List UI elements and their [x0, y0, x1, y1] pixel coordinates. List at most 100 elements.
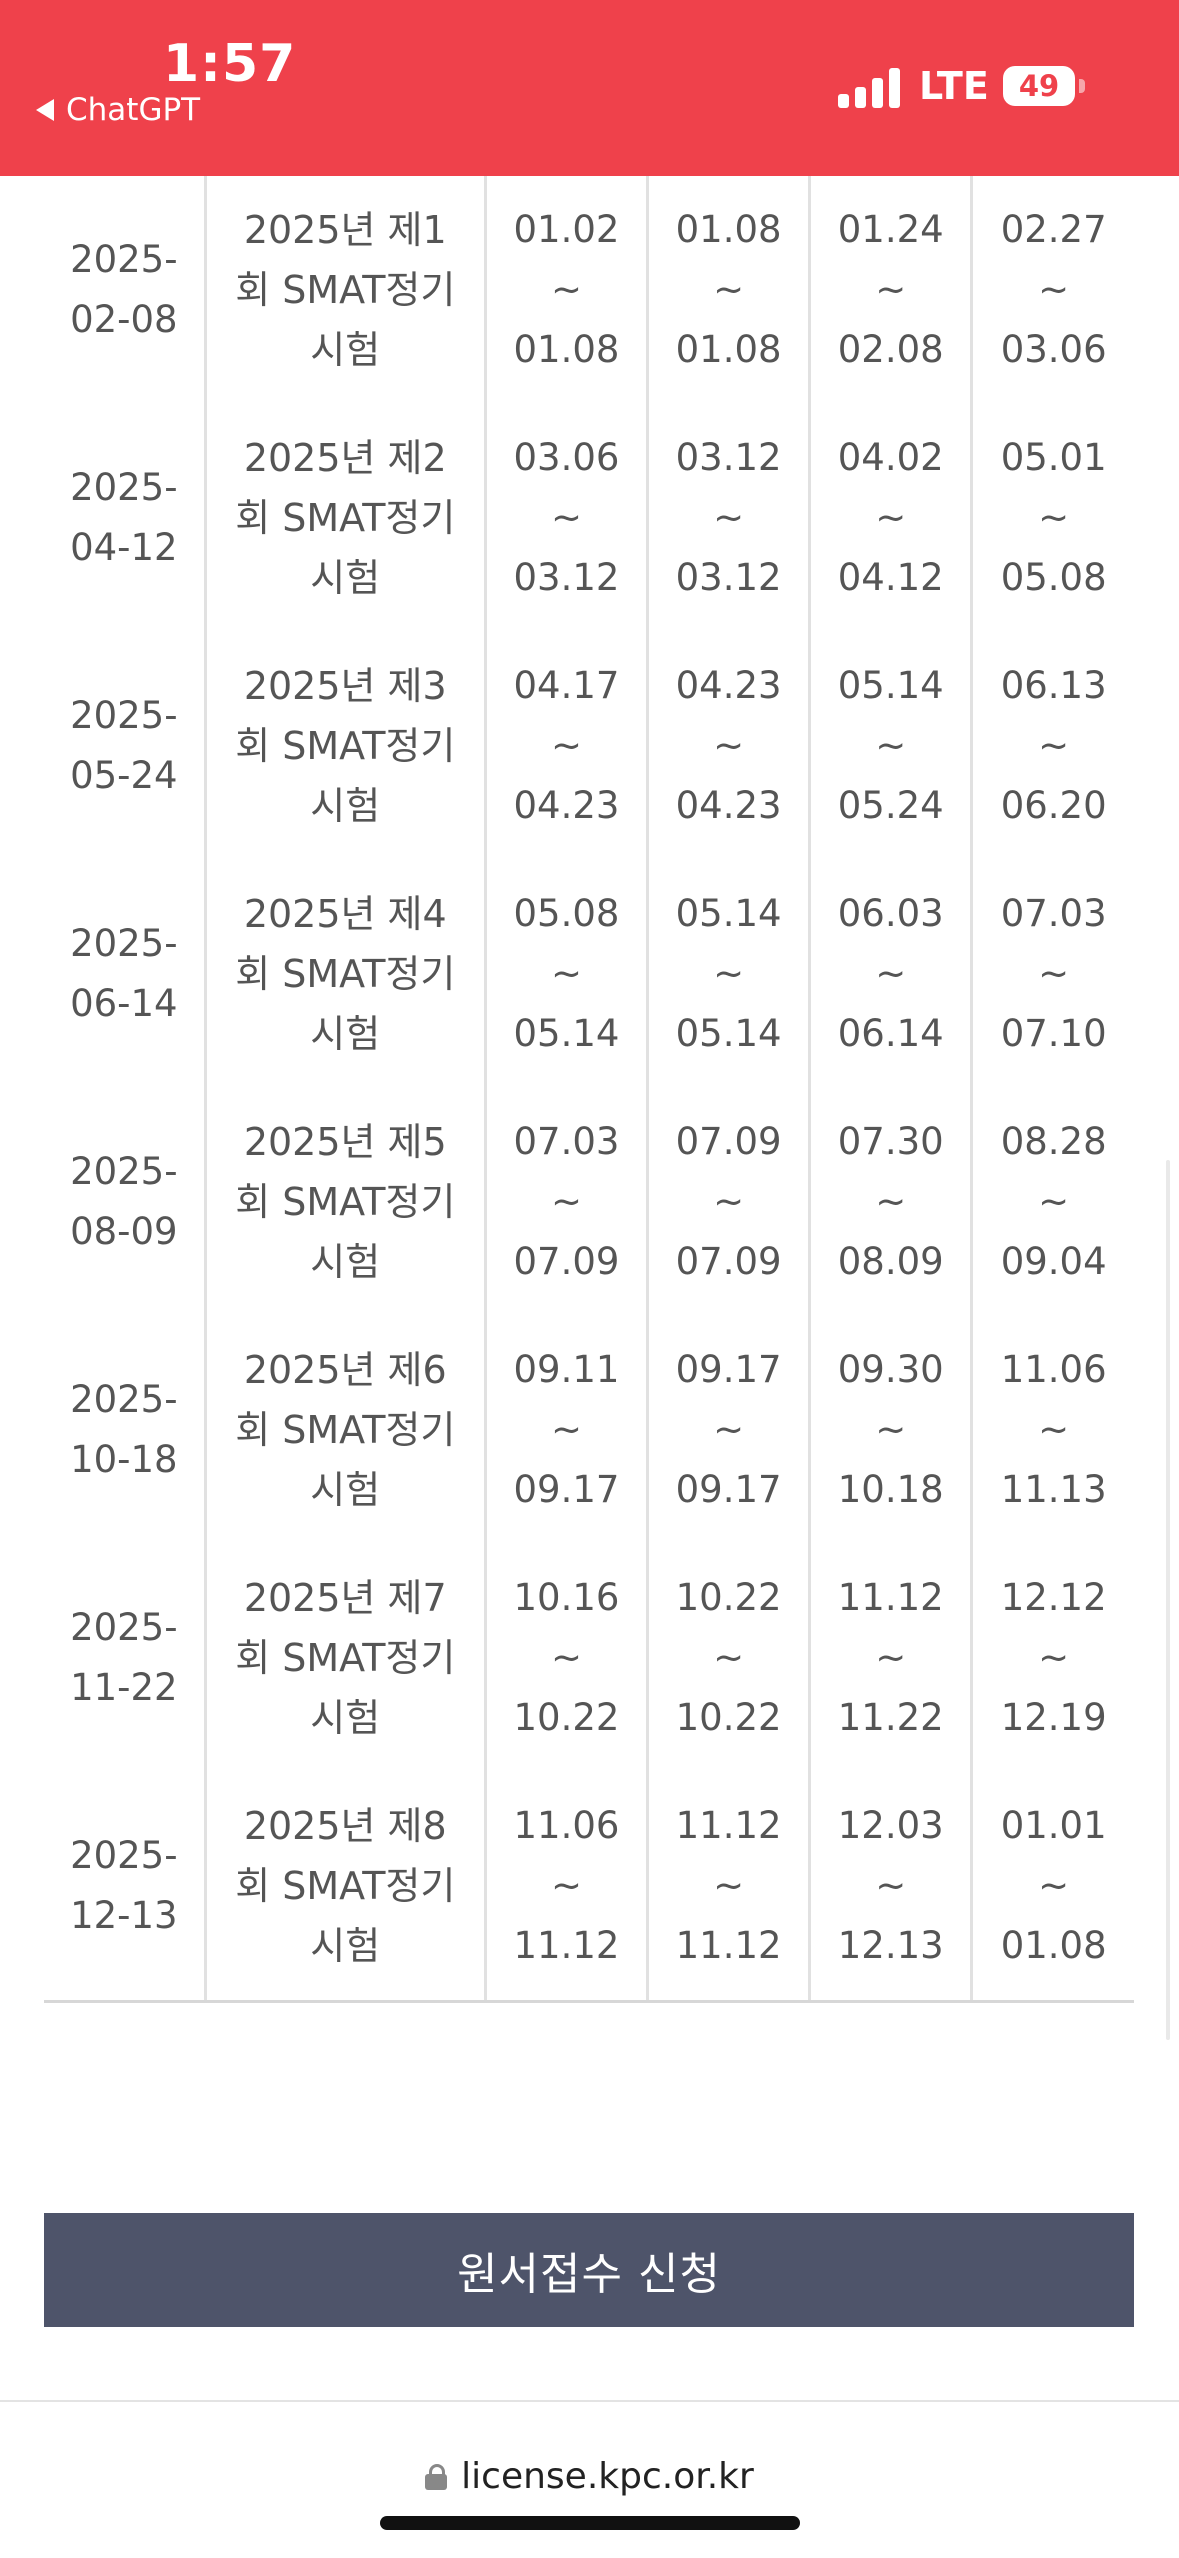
- period-3-cell: 05.14 ~05.24: [808, 632, 972, 860]
- cell-text: ~: [1038, 724, 1070, 767]
- exam-date-cell: 2025- 06-14: [44, 860, 205, 1088]
- exam-date-cell: 2025- 04-12: [44, 404, 205, 632]
- table-row: 2025- 08-09 2025년 제5 회 SMAT정기 시험 07.03 ~07.09 0…: [44, 1088, 1134, 1316]
- cell-text: 09.04: [1000, 1240, 1107, 1283]
- exam-date-cell: 2025- 10-18: [44, 1316, 205, 1544]
- cell-text: ~: [713, 1636, 745, 1679]
- cell-text: 04.23: [675, 784, 782, 827]
- cell-text: 11.12: [675, 1804, 782, 1847]
- period-4-cell: 11.06 ~11.13: [970, 1316, 1134, 1544]
- cell-text: ~: [713, 1864, 745, 1907]
- cell-text: ~: [713, 1408, 745, 1451]
- cell-text: ~: [713, 1180, 745, 1223]
- cell-text: 11.12: [837, 1576, 944, 1619]
- battery-tip: [1079, 79, 1085, 93]
- cell-text: ~: [713, 496, 745, 539]
- cell-text: 07.10: [1000, 1012, 1107, 1055]
- cell-text: 12.12: [1000, 1576, 1107, 1619]
- cell-text: 07.09: [675, 1240, 782, 1283]
- lock-icon: [425, 2463, 448, 2490]
- signal-icon: [838, 66, 902, 108]
- apply-button[interactable]: 원서접수 신청: [44, 2213, 1134, 2327]
- cell-text: ~: [875, 268, 907, 311]
- cell-text: 01.08: [675, 208, 782, 251]
- cell-text: 03.06: [513, 436, 620, 479]
- battery-icon: 49: [1003, 66, 1075, 106]
- cell-text: ~: [1038, 1636, 1070, 1679]
- cell-text: 01.24: [837, 208, 944, 251]
- cell-text: ~: [550, 952, 582, 995]
- cell-text: 시험: [310, 1240, 381, 1284]
- cell-text: ~: [875, 952, 907, 995]
- cell-text: 회 SMAT정기: [235, 724, 456, 768]
- cell-text: 08.09: [837, 1240, 944, 1283]
- exam-name-cell: 2025년 제2 회 SMAT정기 시험: [203, 404, 486, 632]
- cell-text: 03.12: [675, 556, 782, 599]
- cell-text: 2025-: [70, 1606, 178, 1649]
- cell-text: 09.11: [513, 1348, 620, 1391]
- period-2-cell: 10.22 ~10.22: [646, 1544, 810, 1772]
- table-row: 2025- 11-22 2025년 제7 회 SMAT정기 시험 10.16 ~10.22 1…: [44, 1544, 1134, 1772]
- exam-name-cell: 2025년 제6 회 SMAT정기 시험: [203, 1316, 486, 1544]
- url-display[interactable]: license.kpc.or.kr: [0, 2456, 1179, 2497]
- cell-text: ~: [1038, 1864, 1070, 1907]
- cell-text: 07.03: [1000, 892, 1107, 935]
- cell-text: 05.14: [513, 1012, 620, 1055]
- period-1-cell: 07.03 ~07.09: [483, 1088, 648, 1316]
- cell-text: ~: [875, 724, 907, 767]
- cell-text: 05.08: [513, 892, 620, 935]
- cell-text: 02-08: [70, 298, 178, 341]
- cell-text: 11.06: [513, 1804, 620, 1847]
- cell-text: 05.01: [1000, 436, 1107, 479]
- cell-text: ~: [875, 496, 907, 539]
- cell-text: 06-14: [70, 982, 178, 1025]
- table-row: 2025- 05-24 2025년 제3 회 SMAT정기 시험 04.17 ~04.23 0…: [44, 632, 1134, 860]
- cell-text: 06.03: [837, 892, 944, 935]
- cell-text: 시험: [310, 1696, 381, 1740]
- cell-text: 11-22: [70, 1666, 178, 1709]
- cell-text: 12.19: [1000, 1696, 1107, 1739]
- cell-text: 07.30: [837, 1120, 944, 1163]
- cell-text: 12.13: [837, 1924, 944, 1967]
- status-time: 1:57: [163, 34, 297, 94]
- cell-text: 10.16: [513, 1576, 620, 1619]
- period-4-cell: 12.12 ~12.19: [970, 1544, 1134, 1772]
- page-scrollbar[interactable]: [1166, 1160, 1170, 2040]
- cell-text: 회 SMAT정기: [235, 1180, 456, 1224]
- cell-text: ~: [875, 1408, 907, 1451]
- cell-text: 09.30: [837, 1348, 944, 1391]
- cell-text: 회 SMAT정기: [235, 1636, 456, 1680]
- period-3-cell: 09.30 ~10.18: [808, 1316, 972, 1544]
- cell-text: ~: [1038, 496, 1070, 539]
- table-row: 2025- 02-08 2025년 제1 회 SMAT정기 시험 01.02 ~01.08 0…: [44, 176, 1134, 404]
- cell-text: 06.13: [1000, 664, 1107, 707]
- cell-text: 2025-: [70, 1150, 178, 1193]
- cell-text: ~: [713, 952, 745, 995]
- cell-text: 10.22: [675, 1576, 782, 1619]
- cell-text: 04-12: [70, 526, 178, 569]
- period-1-cell: 03.06 ~03.12: [483, 404, 648, 632]
- cell-text: 10.18: [837, 1468, 944, 1511]
- cell-text: 시험: [310, 1468, 381, 1512]
- cell-text: 07.09: [675, 1120, 782, 1163]
- cell-text: 2025년 제3: [243, 664, 447, 708]
- cell-text: ~: [1038, 952, 1070, 995]
- period-3-cell: 06.03 ~06.14: [808, 860, 972, 1088]
- cell-text: 시험: [310, 1012, 381, 1056]
- cell-text: ~: [550, 1636, 582, 1679]
- cell-text: 01.08: [513, 328, 620, 371]
- browser-url-bar[interactable]: license.kpc.or.kr: [0, 2400, 1179, 2558]
- cell-text: ~: [550, 1408, 582, 1451]
- cell-text: 06.14: [837, 1012, 944, 1055]
- cell-text: 시험: [310, 1924, 381, 1968]
- cell-text: 05.14: [837, 664, 944, 707]
- home-indicator[interactable]: [380, 2516, 800, 2530]
- exam-name-cell: 2025년 제4 회 SMAT정기 시험: [203, 860, 486, 1088]
- cell-text: 01.08: [1000, 1924, 1107, 1967]
- back-to-app-link[interactable]: ChatGPT: [36, 92, 200, 128]
- period-4-cell: 06.13 ~06.20: [970, 632, 1134, 860]
- cell-text: ~: [1038, 1408, 1070, 1451]
- cell-text: 07.09: [513, 1240, 620, 1283]
- period-2-cell: 03.12 ~03.12: [646, 404, 810, 632]
- cell-text: 2025년 제4: [243, 892, 447, 936]
